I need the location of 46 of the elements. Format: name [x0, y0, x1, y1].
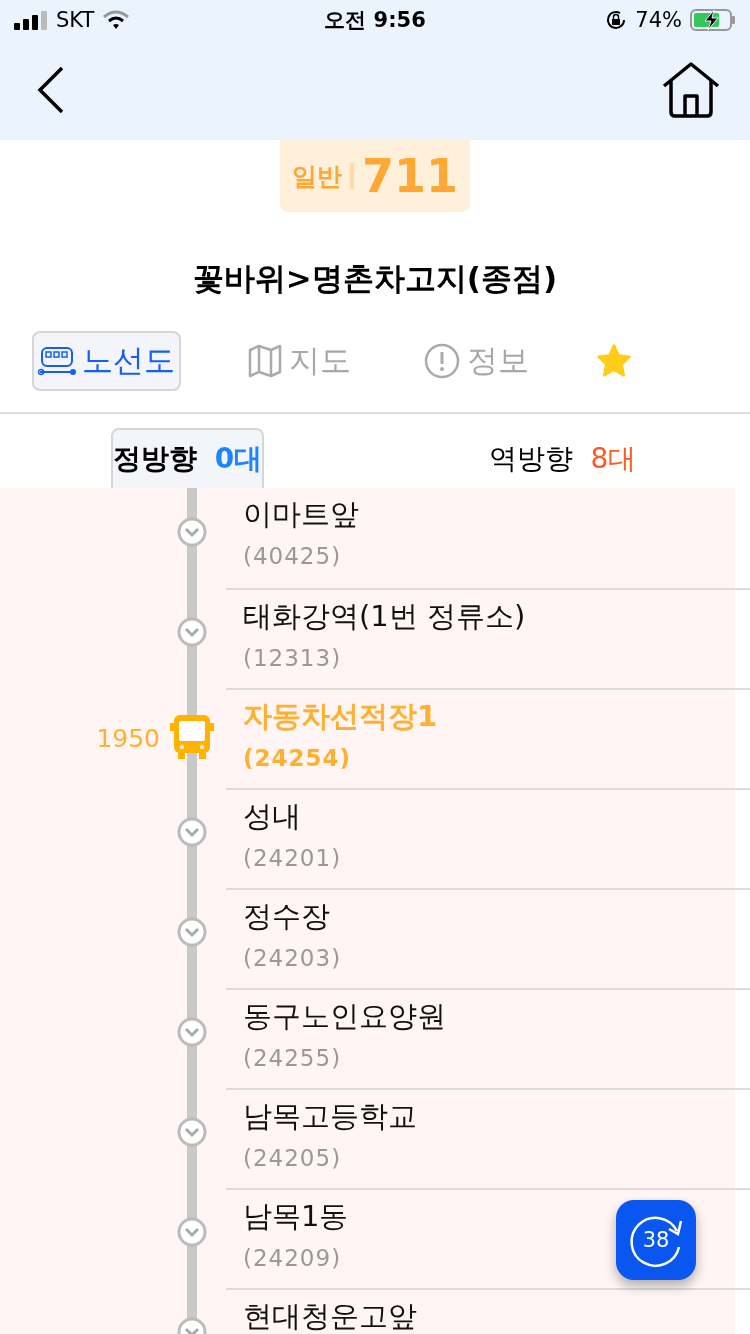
route-number: 711	[362, 149, 458, 203]
map-icon	[247, 343, 283, 379]
wifi-icon	[102, 10, 131, 30]
chevron-down-icon	[177, 517, 207, 547]
clock-time: 오전 9:56	[324, 7, 426, 34]
stop-name[interactable]: 동구노인요양원	[243, 994, 446, 1038]
stop-code: (24203)	[243, 944, 342, 973]
carrier-label: SKT	[56, 8, 95, 32]
bus-count: 0대	[214, 441, 263, 477]
stop-code: (24254)	[243, 744, 352, 773]
back-icon[interactable]	[36, 66, 66, 114]
stop-name[interactable]: 남목고등학교	[243, 1094, 417, 1138]
stop-name[interactable]: 남목1동	[243, 1194, 349, 1238]
info-icon	[423, 342, 461, 380]
chevron-down-icon	[177, 617, 207, 647]
signal-icon	[14, 10, 48, 30]
stop-name[interactable]: 정수장	[243, 894, 330, 938]
stop-code: (24205)	[243, 1144, 342, 1173]
route-title: 꽃바위>명촌차고지(종점)	[191, 259, 559, 298]
home-icon[interactable]	[662, 62, 720, 118]
chevron-down-icon	[177, 1017, 207, 1047]
chevron-down-icon	[177, 917, 207, 947]
refresh-button[interactable]: 38	[616, 1200, 696, 1280]
stop-code: (24255)	[243, 1044, 342, 1073]
direction-tab[interactable]: 정방향 0대	[110, 428, 265, 488]
bus-time: 1950	[96, 723, 160, 753]
stop-name[interactable]: 이마트앞	[243, 492, 359, 536]
stop-code: (40425)	[243, 542, 342, 571]
stop-name[interactable]: 현대청운고앞	[243, 1294, 417, 1334]
battery-percent: 74%	[635, 8, 682, 32]
chevron-down-icon	[177, 817, 207, 847]
bus-count: 8대	[590, 441, 637, 477]
stop-name[interactable]: 태화강역(1번 정류소)	[243, 594, 526, 638]
route-type: 일반	[292, 160, 342, 193]
stop-code: (24209)	[243, 1244, 342, 1273]
star-icon[interactable]	[595, 343, 633, 379]
view-tab[interactable]: 노선도	[32, 331, 181, 391]
bus-icon	[170, 713, 214, 761]
chevron-down-icon	[177, 1217, 207, 1247]
rotation-lock-icon	[605, 9, 628, 31]
stop-code: (12313)	[243, 644, 342, 673]
direction-tab[interactable]: 역방향 8대	[486, 428, 639, 488]
bus-route-icon	[38, 346, 76, 376]
stop-code: (24201)	[243, 844, 342, 873]
stop-name[interactable]: 성내	[243, 794, 301, 838]
chevron-down-icon	[177, 1117, 207, 1147]
